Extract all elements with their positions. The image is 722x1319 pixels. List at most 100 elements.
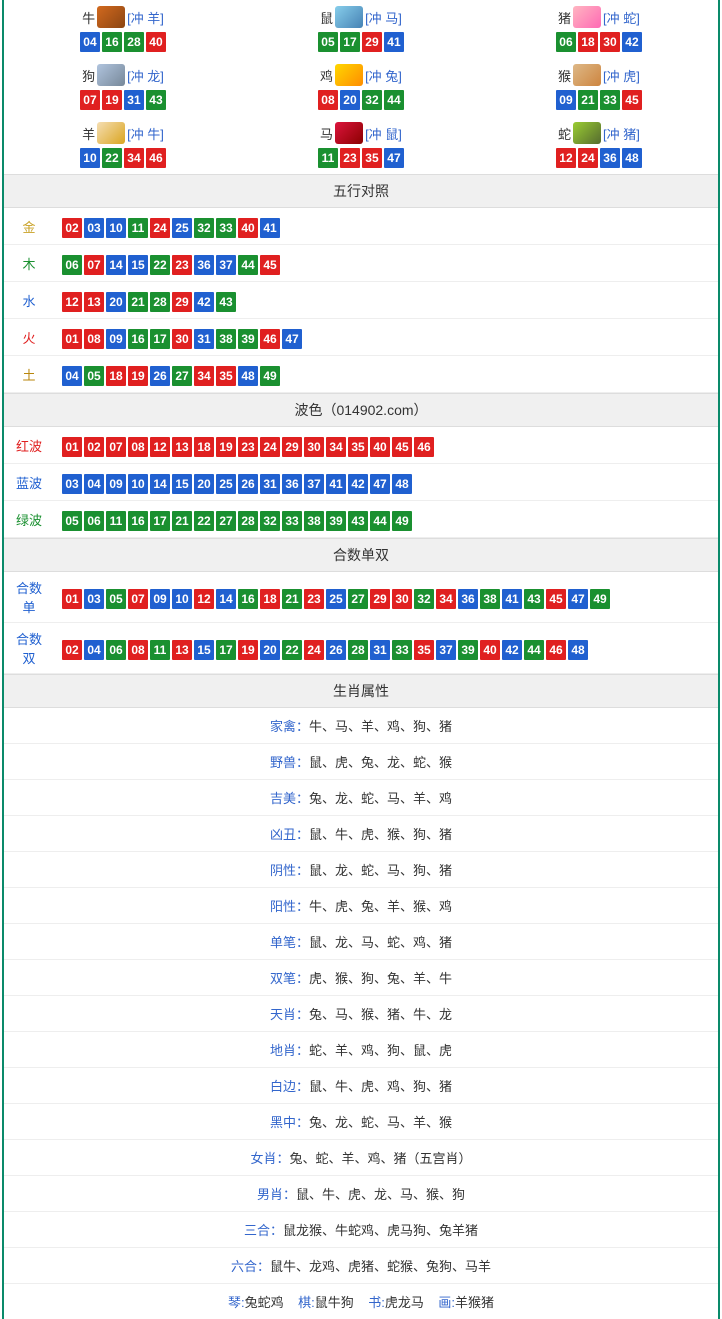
number-ball: 18 [106, 366, 126, 386]
zodiac-cell: 猴 [冲 虎] 09213345 [480, 58, 718, 116]
table-row: 土 04051819262734354849 [4, 356, 718, 393]
zodiac-icon [97, 122, 125, 144]
attr-label: 双笔： [270, 971, 309, 986]
number-ball: 27 [348, 589, 368, 609]
number-ball: 31 [124, 90, 144, 110]
number-ball: 47 [568, 589, 588, 609]
attr-value: 鼠、牛、虎、鸡、狗、猪 [309, 1079, 452, 1094]
attr-row: 男肖：鼠、牛、虎、龙、马、猴、狗 [4, 1176, 718, 1212]
number-ball: 21 [282, 589, 302, 609]
number-ball: 05 [84, 366, 104, 386]
number-ball: 10 [128, 474, 148, 494]
zodiac-chong: [冲 牛] [127, 124, 164, 143]
number-ball: 36 [282, 474, 302, 494]
number-ball: 08 [318, 90, 338, 110]
attr-label: 女肖： [250, 1151, 289, 1166]
attr-label: 阴性： [270, 863, 309, 878]
zodiac-icon [335, 64, 363, 86]
number-ball: 10 [106, 218, 126, 238]
table-row: 火 0108091617303138394647 [4, 319, 718, 356]
number-ball: 41 [260, 218, 280, 238]
attr-value: 鼠、虎、兔、龙、蛇、猴 [309, 755, 452, 770]
number-ball: 42 [348, 474, 368, 494]
number-ball: 23 [172, 255, 192, 275]
attr-label: 男肖： [257, 1187, 296, 1202]
number-ball: 04 [62, 366, 82, 386]
final-row: 琴:兔蛇鸡 棋:鼠牛狗 书:虎龙马 画:羊猴猪 [4, 1284, 718, 1319]
number-ball: 45 [260, 255, 280, 275]
number-ball: 24 [150, 218, 170, 238]
number-ball: 26 [150, 366, 170, 386]
number-ball: 20 [260, 640, 280, 660]
number-ball: 01 [62, 437, 82, 457]
number-ball: 07 [128, 589, 148, 609]
number-ball: 46 [146, 148, 166, 168]
number-ball: 38 [480, 589, 500, 609]
number-ball: 39 [238, 329, 258, 349]
attr-row: 黑中：兔、龙、蛇、马、羊、猴 [4, 1104, 718, 1140]
number-ball: 09 [106, 329, 126, 349]
row-label: 合数单 [4, 572, 54, 623]
number-ball: 02 [62, 218, 82, 238]
number-ball: 02 [84, 437, 104, 457]
number-ball: 45 [392, 437, 412, 457]
attr-label: 家禽： [270, 719, 309, 734]
attr-value: 鼠、牛、虎、猴、狗、猪 [309, 827, 452, 842]
zodiac-cell: 蛇 [冲 猪] 12243648 [480, 116, 718, 174]
row-balls: 0108091617303138394647 [54, 319, 718, 356]
attr-value: 蛇、羊、鸡、狗、鼠、虎 [309, 1043, 452, 1058]
number-ball: 23 [304, 589, 324, 609]
attr-label: 野兽： [270, 755, 309, 770]
number-ball: 40 [370, 437, 390, 457]
attr-label: 凶丑： [270, 827, 309, 842]
number-ball: 08 [84, 329, 104, 349]
zodiac-balls: 10223446 [4, 148, 242, 168]
number-ball: 44 [238, 255, 258, 275]
number-ball: 20 [340, 90, 360, 110]
number-ball: 17 [150, 329, 170, 349]
zodiac-icon [573, 122, 601, 144]
number-ball: 20 [194, 474, 214, 494]
row-balls: 04051819262734354849 [54, 356, 718, 393]
number-ball: 41 [502, 589, 522, 609]
zodiac-name: 鼠 [320, 8, 333, 27]
row-balls: 06071415222336374445 [54, 245, 718, 282]
number-ball: 47 [384, 148, 404, 168]
attr-row: 阳性：牛、虎、兔、羊、猴、鸡 [4, 888, 718, 924]
number-ball: 17 [216, 640, 236, 660]
zodiac-chong: [冲 蛇] [603, 8, 640, 27]
number-ball: 29 [172, 292, 192, 312]
number-ball: 06 [556, 32, 576, 52]
number-ball: 29 [282, 437, 302, 457]
zodiac-icon [97, 64, 125, 86]
zodiac-balls: 07193143 [4, 90, 242, 110]
number-ball: 28 [238, 511, 258, 531]
number-ball: 14 [150, 474, 170, 494]
number-ball: 21 [578, 90, 598, 110]
zodiac-chong: [冲 猪] [603, 124, 640, 143]
number-ball: 14 [106, 255, 126, 275]
number-ball: 43 [146, 90, 166, 110]
number-ball: 43 [524, 589, 544, 609]
attr-row: 吉美：兔、龙、蛇、马、羊、鸡 [4, 780, 718, 816]
zodiac-balls: 05172941 [242, 32, 480, 52]
number-ball: 18 [578, 32, 598, 52]
zodiac-balls: 12243648 [480, 148, 718, 168]
number-ball: 41 [384, 32, 404, 52]
zodiac-chong: [冲 龙] [127, 66, 164, 85]
number-ball: 22 [194, 511, 214, 531]
number-ball: 34 [194, 366, 214, 386]
row-label: 合数双 [4, 623, 54, 674]
table-row: 金 02031011242532334041 [4, 208, 718, 245]
number-ball: 20 [106, 292, 126, 312]
row-balls: 1213202128294243 [54, 282, 718, 319]
attr-label: 吉美： [270, 791, 309, 806]
number-ball: 35 [362, 148, 382, 168]
number-ball: 42 [502, 640, 522, 660]
number-ball: 43 [216, 292, 236, 312]
zodiac-balls: 09213345 [480, 90, 718, 110]
zodiac-icon [335, 6, 363, 28]
zodiac-balls: 04162840 [4, 32, 242, 52]
attr-row: 单笔：鼠、龙、马、蛇、鸡、猪 [4, 924, 718, 960]
number-ball: 49 [590, 589, 610, 609]
